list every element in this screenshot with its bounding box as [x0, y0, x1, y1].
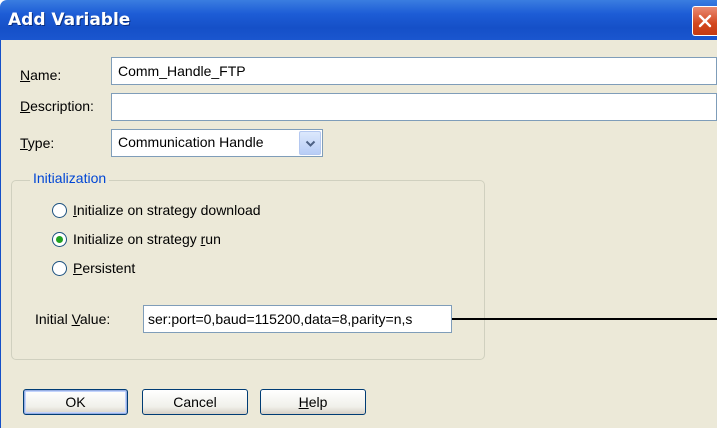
radio-initialize-on-run-label[interactable]: Initialize on strategy run [73, 231, 221, 247]
radio-initialize-on-download[interactable] [52, 203, 67, 218]
initial-value-field[interactable]: ser:port=0,baud=115200,data=8,parity=n,s [143, 305, 452, 333]
initialization-group-title: Initialization [30, 170, 110, 186]
title-bar[interactable]: Add Variable [0, 0, 717, 40]
cancel-button[interactable]: Cancel [142, 389, 248, 415]
description-field[interactable] [111, 93, 717, 121]
help-button[interactable]: Help [260, 389, 366, 415]
close-button[interactable] [692, 6, 717, 36]
name-label: Name: [20, 67, 62, 83]
name-field[interactable]: Comm_Handle_FTP [111, 57, 717, 85]
ok-button[interactable]: OK [23, 389, 128, 415]
radio-selected-dot [56, 236, 63, 243]
type-select-value: Communication Handle [118, 134, 264, 150]
radio-initialize-on-run[interactable] [52, 232, 67, 247]
description-label: Description: [20, 98, 94, 114]
initial-value-label: Initial Value: [35, 311, 111, 327]
close-icon [698, 14, 712, 28]
type-label: Type: [20, 135, 55, 151]
type-select[interactable]: Communication Handle [111, 129, 323, 157]
radio-initialize-on-download-label[interactable]: Initialize on strategy download [73, 202, 261, 218]
add-variable-dialog: Add Variable Name: Comm_Handle_FTP Descr… [0, 0, 717, 428]
radio-persistent-label[interactable]: Persistent [73, 260, 135, 276]
chevron-down-icon [305, 140, 316, 147]
callout-line [452, 318, 717, 320]
window-title: Add Variable [8, 10, 131, 30]
type-dropdown-button[interactable] [299, 131, 321, 155]
radio-persistent[interactable] [52, 261, 67, 276]
